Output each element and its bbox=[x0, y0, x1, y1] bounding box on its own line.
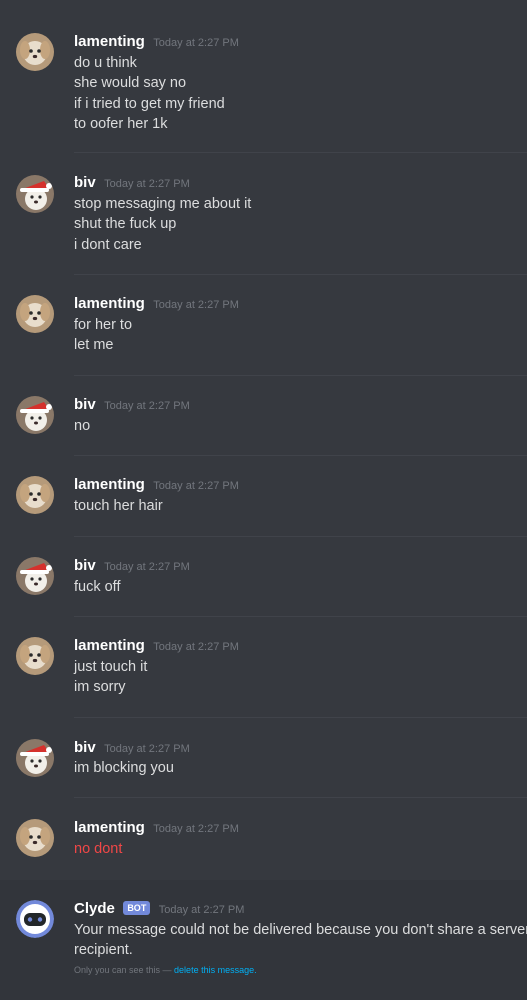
ephemeral-note: Only you can see this — delete this mess… bbox=[74, 965, 257, 975]
message-divider bbox=[74, 152, 527, 153]
note-text: Only you can see this — bbox=[74, 965, 175, 975]
santa-dog-avatar-icon[interactable] bbox=[16, 557, 54, 595]
username[interactable]: biv bbox=[74, 557, 96, 574]
dog-avatar-icon[interactable] bbox=[16, 819, 54, 857]
username[interactable]: lamenting bbox=[74, 295, 145, 312]
message-text: just touch it bbox=[74, 659, 148, 675]
dog-avatar-icon[interactable] bbox=[16, 295, 54, 333]
timestamp: Today at 2:27 PM bbox=[104, 743, 190, 755]
username[interactable]: Clyde bbox=[74, 900, 115, 917]
message-text: let me bbox=[74, 337, 114, 354]
username[interactable]: lamenting bbox=[74, 33, 145, 50]
santa-dog-avatar-icon[interactable] bbox=[16, 739, 54, 777]
failed-message-text: no dont bbox=[74, 841, 123, 857]
message-text: if i tried to get my friend bbox=[74, 95, 225, 112]
username[interactable]: lamenting bbox=[74, 476, 145, 493]
timestamp: Today at 2:27 PM bbox=[153, 641, 239, 653]
delete-message-link[interactable]: delete this message. bbox=[174, 965, 257, 975]
message-text: no bbox=[74, 418, 91, 434]
username[interactable]: biv bbox=[74, 174, 96, 191]
timestamp: Today at 2:27 PM bbox=[153, 480, 239, 492]
message-text: she would say no bbox=[74, 75, 187, 92]
message-text: touch her hair bbox=[74, 498, 163, 514]
message-divider bbox=[74, 536, 527, 537]
message-divider bbox=[74, 455, 527, 456]
username[interactable]: lamenting bbox=[74, 637, 145, 654]
message-text: stop messaging me about it bbox=[74, 196, 252, 212]
timestamp: Today at 2:27 PM bbox=[153, 299, 239, 311]
timestamp: Today at 2:27 PM bbox=[158, 904, 245, 916]
message-text: to oofer her 1k bbox=[74, 115, 168, 132]
dog-avatar-icon[interactable] bbox=[16, 33, 54, 71]
santa-dog-avatar-icon[interactable] bbox=[16, 396, 54, 434]
message-text: shut the fuck up bbox=[74, 216, 177, 233]
message-divider bbox=[74, 616, 527, 617]
message-text: im sorry bbox=[74, 679, 126, 696]
message-text: im blocking you bbox=[74, 760, 174, 776]
dog-avatar-icon[interactable] bbox=[16, 637, 54, 675]
username[interactable]: biv bbox=[74, 739, 96, 756]
message-text: Your message could not be delivered beca… bbox=[74, 922, 527, 938]
timestamp: Today at 2:27 PM bbox=[104, 400, 190, 412]
message-text: i dont care bbox=[74, 236, 142, 253]
clyde-bot-avatar-icon[interactable] bbox=[16, 900, 54, 938]
message-text: recipient. bbox=[74, 942, 133, 959]
dog-avatar-icon[interactable] bbox=[16, 476, 54, 514]
timestamp: Today at 2:27 PM bbox=[104, 178, 190, 190]
message-divider bbox=[74, 797, 527, 798]
message-text: fuck off bbox=[74, 579, 121, 595]
bot-tag: BOT bbox=[123, 901, 151, 915]
timestamp: Today at 2:27 PM bbox=[153, 37, 239, 49]
username[interactable]: lamenting bbox=[74, 819, 145, 836]
timestamp: Today at 2:27 PM bbox=[104, 561, 190, 573]
username[interactable]: biv bbox=[74, 396, 96, 413]
message-text: for her to bbox=[74, 317, 133, 333]
message-text: do u think bbox=[74, 55, 137, 71]
message-divider bbox=[74, 274, 527, 275]
chat-message-list: lamenting Today at 2:27 PM do u think sh… bbox=[0, 0, 527, 1000]
timestamp: Today at 2:27 PM bbox=[153, 823, 239, 835]
message-divider bbox=[74, 375, 527, 376]
santa-dog-avatar-icon[interactable] bbox=[16, 175, 54, 213]
message-divider bbox=[74, 717, 527, 718]
